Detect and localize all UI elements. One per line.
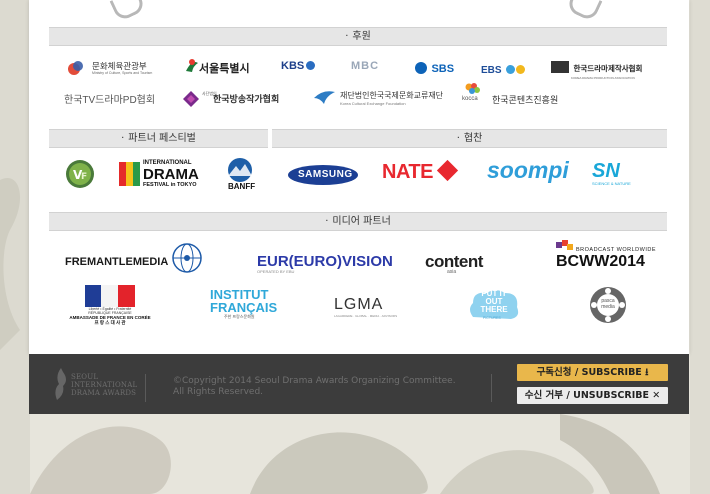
footer: SEOUL INTERNATIONAL DRAMA AWARDS ©Copyri…	[29, 354, 689, 414]
logo-sbs[interactable]: SBS	[415, 59, 454, 77]
logo-lgma[interactable]: LGMA LAGARDERE · GLOBAL · MEDIA · ADVISO…	[334, 296, 397, 318]
ebs-dot-icon	[516, 65, 526, 74]
logo-mbc[interactable]: MBC	[351, 60, 379, 72]
nate-diamond-icon	[437, 159, 459, 182]
section-header-festival-partners: · 파트너 페스티벌	[49, 129, 268, 148]
ebs-dot-icon	[506, 65, 516, 74]
subscribe-button[interactable]: 구독신청 / SUBSCRIBE ⭳	[517, 364, 668, 381]
kdpa-emblem-icon	[551, 61, 569, 73]
footer-divider	[491, 374, 492, 402]
logo-fremantlemedia[interactable]: FREMANTLEMEDIA	[65, 243, 202, 273]
logo-ambassade-france[interactable]: Liberté • Égalité • Fraternité RÉPUBLIQU…	[69, 285, 151, 326]
bcww-cubes-icon	[556, 240, 573, 250]
unsubscribe-button[interactable]: 수신 거부 / UNSUBSCRIBE ✕	[517, 387, 668, 404]
section-header-media-partners: · 미디어 파트너	[49, 212, 667, 231]
kbwa-diamond-icon	[183, 91, 199, 107]
hook-decoration	[565, 0, 603, 23]
logo-samsung[interactable]: SAMSUNG	[287, 164, 359, 186]
kofice-wing-icon	[314, 91, 335, 104]
sponsor-panel: · 후원 문화체육관광부 Ministry of Culture, Sports …	[29, 0, 689, 354]
footer-logo: SEOUL INTERNATIONAL DRAMA AWARDS	[51, 366, 141, 402]
logo-sn[interactable]: SN SCIENCE & NATURE	[592, 160, 631, 186]
logo-nate[interactable]: NATE	[382, 159, 459, 184]
logo-mcst[interactable]: 문화체육관광부 Ministry of Culture, Sports and …	[66, 58, 156, 78]
logo-kbs[interactable]: KBS	[281, 60, 316, 72]
section-header-cooperation: · 협찬	[272, 129, 667, 148]
section-header-sponsors: · 후원	[49, 27, 667, 46]
logo-ktvpd[interactable]: 한국TV드라마PD협회	[64, 91, 155, 106]
kbs-dot-icon	[306, 61, 316, 70]
logo-soompi[interactable]: soompi	[487, 157, 569, 184]
logo-kdpa[interactable]: 한국드라마제작사협회 KOREA DRAMA PRODUCTION ASSOCI…	[551, 58, 642, 80]
sbs-circle-icon	[415, 62, 427, 74]
logo-eurovision[interactable]: EUR(EURO)VISION OPERATED BY EBU	[257, 253, 393, 274]
footer-divider	[145, 374, 146, 402]
seoul-drama-awards-emblem-icon	[55, 368, 66, 400]
france-flag-icon	[85, 285, 135, 307]
logo-seoul[interactable]: 서울특별시	[183, 57, 250, 75]
copyright-text: ©Copyright 2014 Seoul Drama Awards Organ…	[173, 376, 456, 397]
drama-festival-color-icon	[119, 162, 140, 186]
svg-text:F: F	[81, 172, 87, 182]
logo-banff[interactable]: BANFF	[226, 158, 255, 191]
logo-put-it-out-there[interactable]: PUT IT OUT THERE PICTURES	[467, 287, 521, 323]
logo-institut-francais[interactable]: INSTITUT FRANÇAIS 주한 프랑스문화원	[210, 288, 277, 320]
vf-festival-icon: V F	[66, 160, 94, 188]
kocca-flower-icon	[465, 83, 480, 94]
logo-ebs[interactable]: EBS	[481, 60, 526, 78]
logo-pasca-media[interactable]: pasca media	[589, 286, 627, 324]
logo-vf[interactable]: V F	[65, 159, 95, 189]
fremantle-globe-icon	[172, 243, 202, 273]
logo-content-asia[interactable]: content asia	[425, 252, 483, 275]
banff-mountain-icon	[228, 158, 252, 182]
hook-decoration	[109, 0, 147, 23]
